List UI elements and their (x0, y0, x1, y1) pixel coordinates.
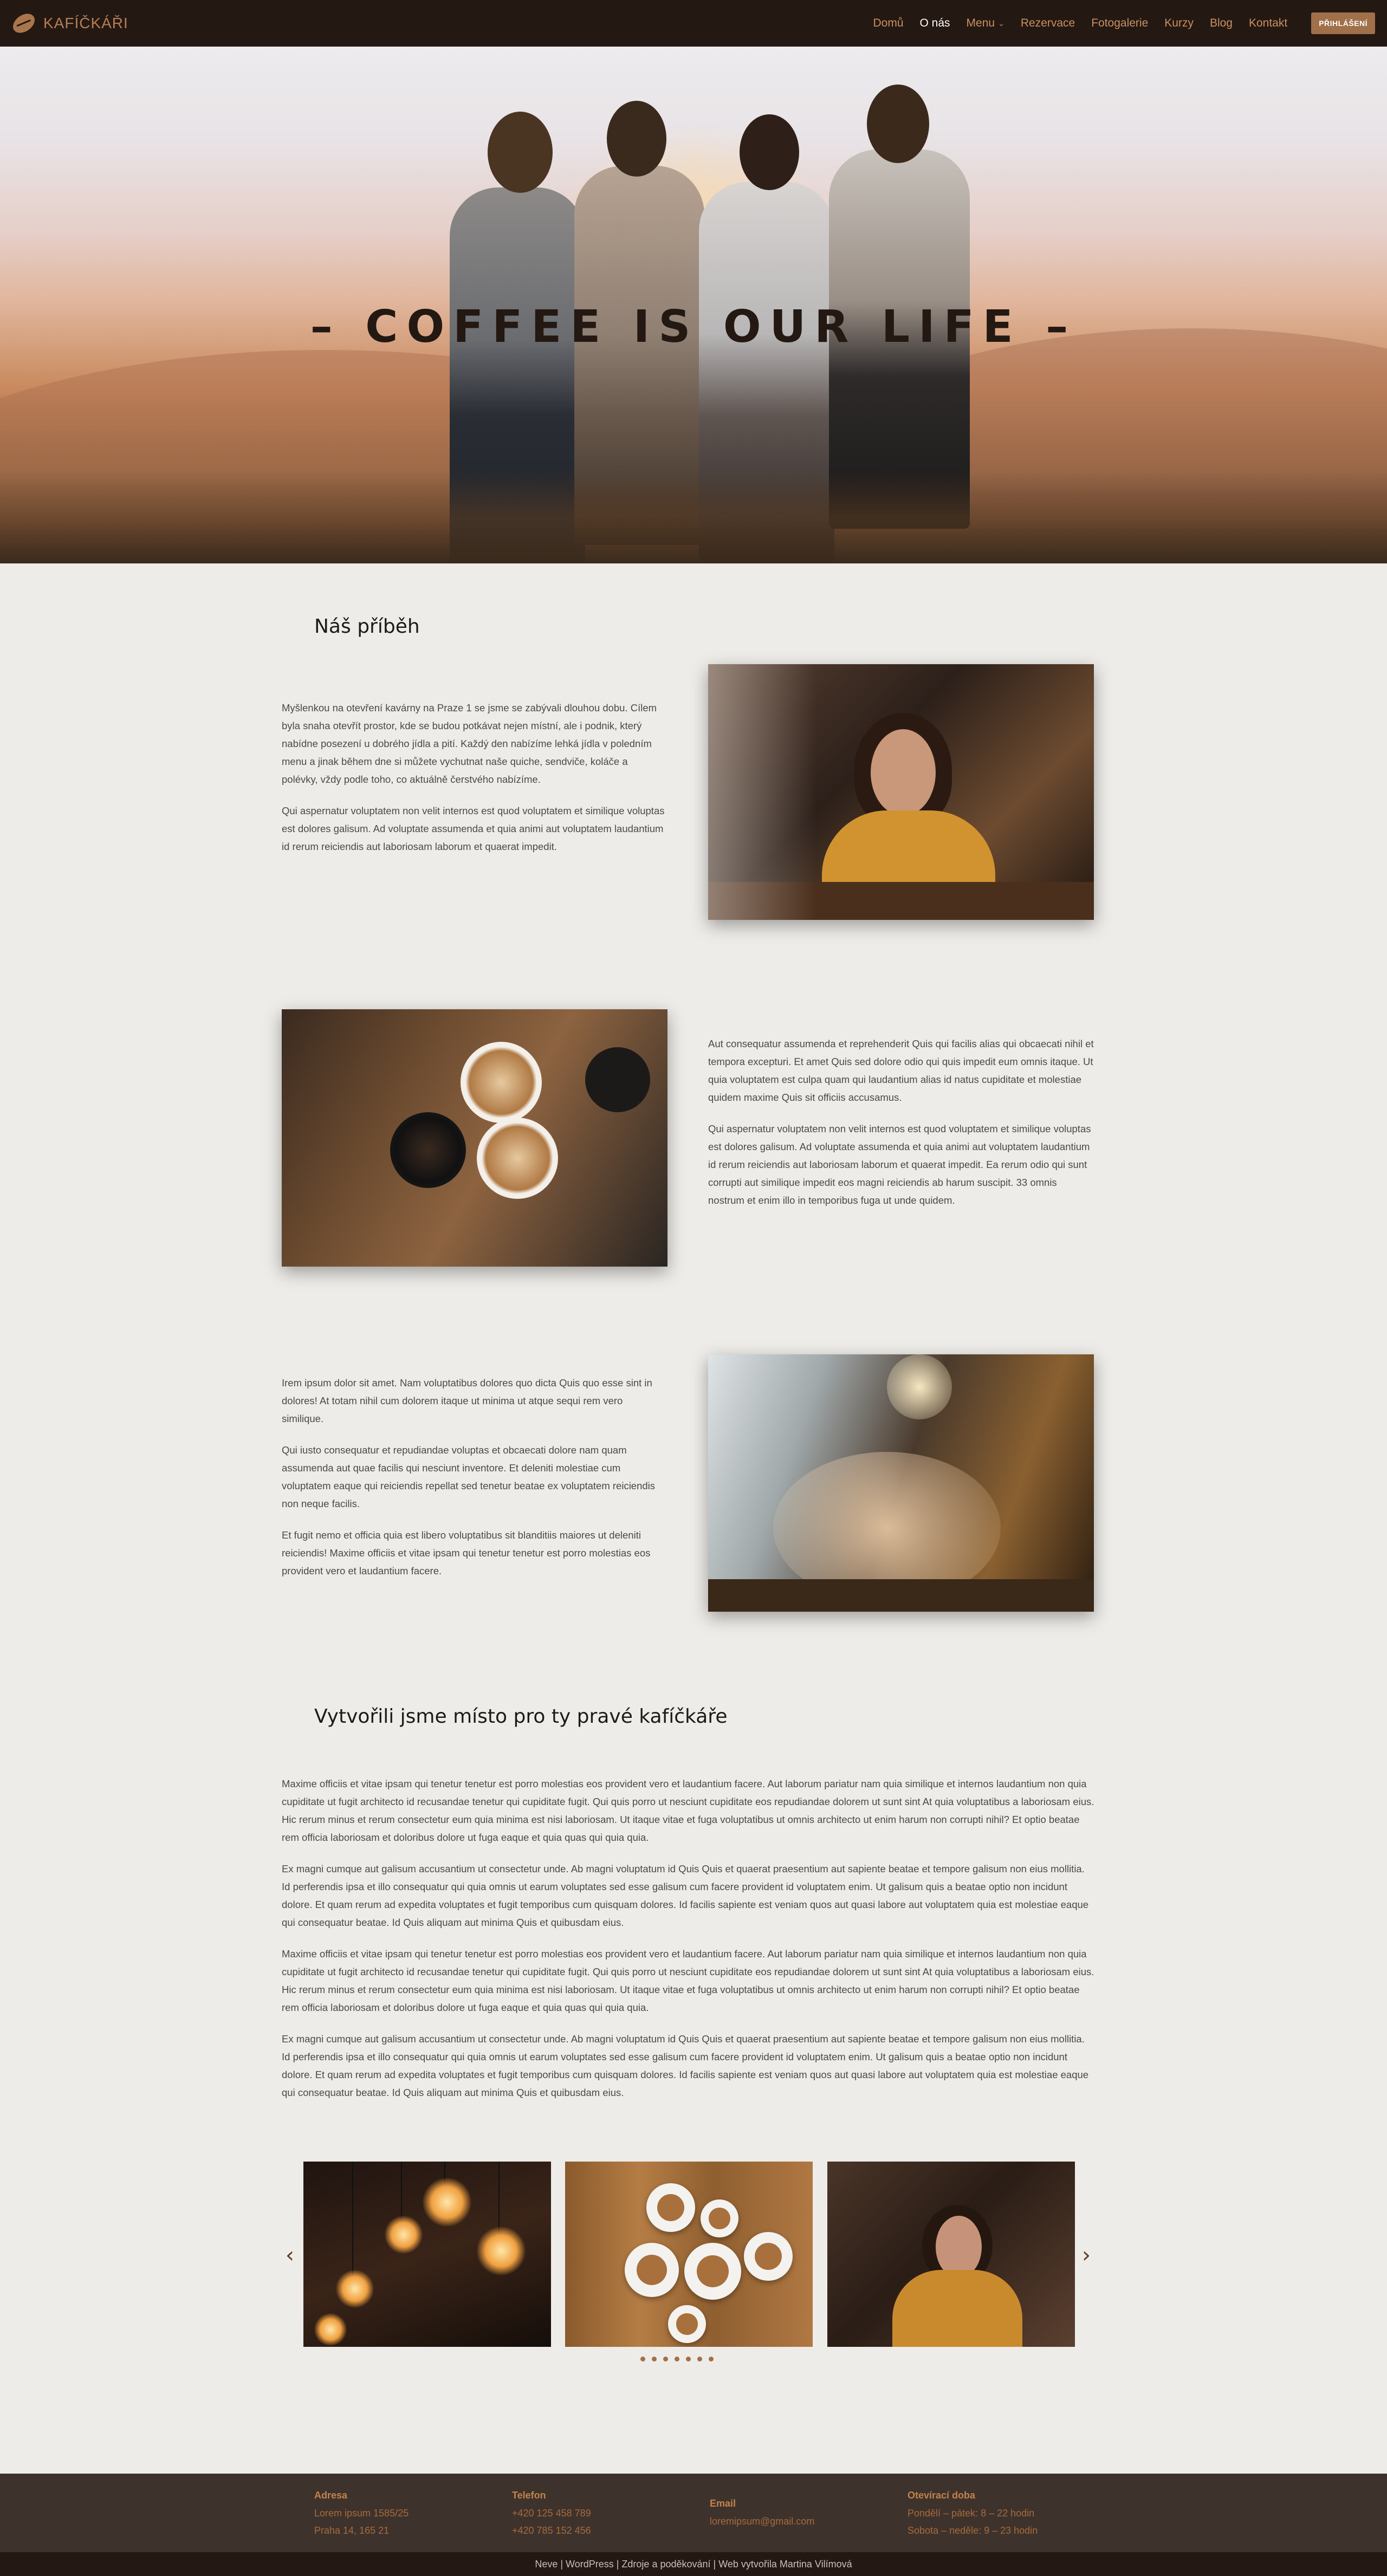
photo-detail (646, 2183, 695, 2232)
photo-detail (390, 1112, 466, 1188)
carousel-dot[interactable] (675, 2357, 679, 2361)
site-logo[interactable]: KAFÍČKÁŘI (9, 10, 128, 37)
footer-line: Sobota – neděle: 9 – 23 hodin (908, 2525, 1038, 2536)
carousel-image-woman[interactable] (827, 2162, 1075, 2347)
nav-item-blog[interactable]: Blog (1210, 17, 1233, 30)
photo-detail (314, 2313, 347, 2346)
carousel-dot[interactable] (686, 2357, 691, 2361)
carousel-image-bulbs[interactable] (303, 2162, 551, 2347)
place-heading: Vytvořili jsme místo pro ty pravé kafíčk… (314, 1705, 728, 1728)
nav-item-rezervace[interactable]: Rezervace (1021, 17, 1075, 30)
photo-detail (461, 1042, 542, 1123)
carousel-prev-button[interactable]: ‹ (282, 2243, 298, 2268)
login-button[interactable]: PŘIHLÁŠENÍ (1311, 12, 1375, 34)
footer-line: Lorem ipsum 1585/25 (314, 2508, 409, 2519)
photo-detail (477, 1118, 558, 1199)
photo-detail (585, 1047, 650, 1112)
photo-woman-at-window (708, 664, 1094, 920)
photo-detail (701, 2199, 738, 2237)
photo-espresso-machine (708, 1354, 1094, 1612)
story-text-2: Aut consequatur assumenda et reprehender… (708, 1035, 1094, 1223)
paragraph: Maxime officiis et vitae ipsam qui tenet… (282, 1948, 1094, 2013)
footer-email-link[interactable]: loremipsum@gmail.com (710, 2513, 814, 2530)
photo-detail (744, 2232, 793, 2281)
footer-title: Otevírací doba (908, 2490, 976, 2501)
coffee-bean-icon (9, 10, 38, 37)
photo-detail (625, 2243, 679, 2297)
footer-title: Adresa (314, 2490, 348, 2501)
carousel-image-cups[interactable] (565, 2162, 813, 2347)
carousel-dots (640, 2357, 714, 2361)
person-head (867, 85, 929, 163)
story-text-3: Irem ipsum dolor sit amet. Nam voluptati… (282, 1374, 666, 1593)
photo-detail (871, 729, 936, 816)
footer-phone: Telefon +420 125 458 789 +420 785 152 45… (512, 2490, 591, 2539)
photo-detail (684, 2243, 741, 2300)
photo-detail (936, 2216, 982, 2278)
paragraph: Et fugit nemo et officia quia est libero… (282, 1529, 651, 1576)
story-heading: Náš příběh (314, 615, 420, 638)
footer-phone-link[interactable]: +420 785 152 456 (512, 2522, 591, 2539)
nav-item-fotogalerie[interactable]: Fotogalerie (1091, 17, 1148, 30)
footer-credits[interactable]: Neve | WordPress | Zdroje a poděkování |… (0, 2552, 1387, 2576)
footer-hours: Otevírací doba Pondělí – pátek: 8 – 22 h… (908, 2490, 1038, 2539)
paragraph: Aut consequatur assumenda et reprehender… (708, 1038, 1094, 1103)
paragraph: Qui iusto consequatur et repudiandae vol… (282, 1444, 656, 1509)
hero-banner: – COFFEE IS OUR LIFE – (0, 47, 1387, 563)
paragraph: Ex magni cumque aut galisum accusantium … (282, 1863, 1089, 1928)
carousel-dot[interactable] (709, 2357, 714, 2361)
site-footer: Adresa Lorem ipsum 1585/25 Praha 14, 165… (0, 2474, 1387, 2552)
story-text-1: Myšlenkou na otevření kavárny na Praze 1… (282, 699, 666, 869)
person-head (488, 112, 553, 193)
logo-text: KAFÍČKÁŘI (43, 15, 128, 31)
paragraph: Qui aspernatur voluptatem non velit inte… (708, 1123, 1091, 1206)
chevron-down-icon: ⌄ (998, 18, 1004, 28)
nav-item-menu-label: Menu (966, 17, 995, 29)
paragraph: Ex magni cumque aut galisum accusantium … (282, 2033, 1089, 2098)
carousel-next-button[interactable]: › (1078, 2243, 1094, 2268)
carousel-dot[interactable] (663, 2357, 668, 2361)
paragraph: Maxime officiis et vitae ipsam qui tenet… (282, 1778, 1094, 1843)
photo-detail (352, 2162, 353, 2281)
main-nav: Domů O nás Menu ⌄ Rezervace Fotogalerie K… (873, 12, 1375, 34)
photo-coffee-cheers (282, 1009, 667, 1267)
nav-item-kurzy[interactable]: Kurzy (1164, 17, 1194, 30)
paragraph: Irem ipsum dolor sit amet. Nam voluptati… (282, 1377, 652, 1424)
site-header: KAFÍČKÁŘI Domů O nás Menu ⌄ Rezervace Fot… (0, 0, 1387, 47)
footer-email: Email loremipsum@gmail.com (710, 2498, 814, 2530)
nav-item-menu[interactable]: Menu ⌄ (967, 17, 1004, 30)
carousel-dot[interactable] (697, 2357, 702, 2361)
place-text: Maxime officiis et vitae ipsam qui tenet… (282, 1775, 1094, 2115)
photo-detail (423, 2178, 471, 2227)
paragraph: Qui aspernatur voluptatem non velit inte… (282, 805, 665, 852)
carousel-dot[interactable] (652, 2357, 657, 2361)
footer-line: Pondělí – pátek: 8 – 22 hodin (908, 2508, 1035, 2519)
nav-item-domu[interactable]: Domů (873, 17, 903, 30)
nav-item-kontakt[interactable]: Kontakt (1249, 17, 1287, 30)
photo-detail (892, 2270, 1022, 2347)
person-head (740, 114, 799, 190)
hero-title: – COFFEE IS OUR LIFE – (310, 301, 1077, 353)
person-head (607, 101, 666, 177)
photo-detail (887, 1354, 952, 1419)
photo-detail (708, 664, 816, 920)
photo-detail (668, 2305, 706, 2343)
paragraph: Myšlenkou na otevření kavárny na Praze 1… (282, 702, 657, 785)
photo-detail (708, 1579, 1094, 1612)
footer-address: Adresa Lorem ipsum 1585/25 Praha 14, 165… (314, 2490, 409, 2539)
footer-title: Email (710, 2498, 736, 2509)
photo-detail (477, 2227, 526, 2275)
photo-detail (336, 2270, 374, 2308)
grass-foreground (0, 471, 1387, 563)
footer-title: Telefon (512, 2490, 546, 2501)
carousel-dot[interactable] (640, 2357, 645, 2361)
photo-detail (385, 2216, 423, 2254)
nav-item-o-nas[interactable]: O nás (920, 17, 950, 30)
footer-phone-link[interactable]: +420 125 458 789 (512, 2504, 591, 2522)
footer-line: Praha 14, 165 21 (314, 2525, 390, 2536)
